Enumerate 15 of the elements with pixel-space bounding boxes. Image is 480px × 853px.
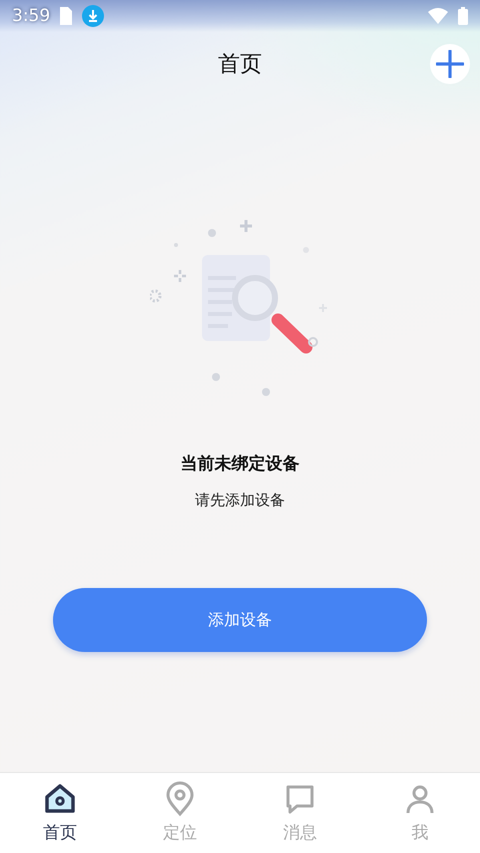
add-device-button[interactable]: 添加设备 bbox=[53, 588, 427, 652]
empty-state-title: 当前未绑定设备 bbox=[180, 453, 300, 475]
tab-bar-item[interactable]: 我 bbox=[360, 773, 480, 853]
tab-bar-item[interactable]: 定位 bbox=[120, 773, 240, 853]
plus-icon bbox=[436, 50, 464, 78]
tab-bar-item[interactable]: 首页 bbox=[0, 773, 120, 853]
battery-icon bbox=[458, 7, 468, 25]
add-button[interactable] bbox=[430, 44, 470, 84]
empty-state-subtitle: 请先添加设备 bbox=[195, 491, 285, 510]
status-time: 3:59 bbox=[12, 6, 50, 26]
tab-bar-item[interactable]: 消息 bbox=[240, 773, 360, 853]
page-title: 首页 bbox=[218, 51, 262, 79]
sim-card-icon bbox=[60, 7, 72, 25]
download-icon bbox=[82, 5, 104, 27]
wifi-icon bbox=[428, 8, 448, 24]
